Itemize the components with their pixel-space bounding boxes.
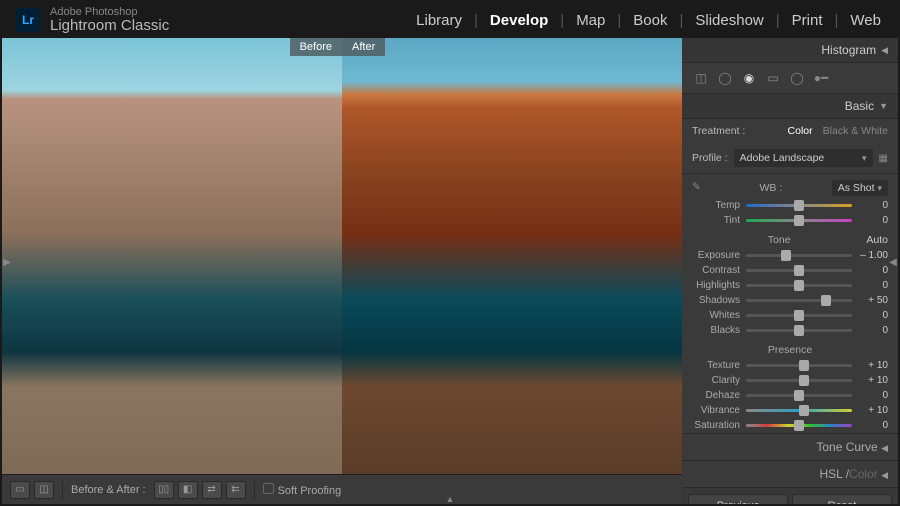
after-image[interactable]: After [342,38,682,474]
radial-icon[interactable]: ◯ [788,69,806,87]
before-image[interactable]: Before [2,38,342,474]
hsl-header[interactable]: HSL /Color ◀ [682,460,898,487]
before-label: Before [290,38,342,56]
basic-header[interactable]: Basic▼ [682,94,898,119]
slider-temp[interactable]: Temp0 [682,198,898,213]
right-panel-toggle-icon[interactable]: ◀ [888,253,898,271]
filmstrip-toggle-icon[interactable]: ▲ [446,494,455,504]
slider-contrast[interactable]: Contrast0 [682,263,898,278]
profile-browser-icon[interactable]: ▦ [879,153,888,164]
redeye-icon[interactable]: ◉ [740,69,758,87]
brand-name: Lightroom Classic [50,18,169,33]
slider-shadows[interactable]: Shadows+ 50 [682,293,898,308]
slider-highlights[interactable]: Highlights0 [682,278,898,293]
wb-row: ✎ WB : As Shot ▾ [682,174,898,198]
tab-web[interactable]: Web [847,12,884,29]
treatment-color[interactable]: Color [788,125,813,137]
ba-sidebyside-icon[interactable]: ▯▯ [154,481,174,499]
slider-vibrance[interactable]: Vibrance+ 10 [682,403,898,418]
tab-print[interactable]: Print [789,12,826,29]
ba-swap-icon[interactable]: ⇄ [202,481,222,499]
soft-proofing-toggle[interactable]: Soft Proofing [263,483,342,497]
auto-tone-button[interactable]: Auto [866,234,888,246]
spot-icon[interactable]: ◯ [716,69,734,87]
slider-dehaze[interactable]: Dehaze0 [682,388,898,403]
wb-select[interactable]: As Shot ▾ [832,180,888,196]
treatment-bw[interactable]: Black & White [823,125,888,137]
reset-button[interactable]: Reset [792,494,892,504]
tab-library[interactable]: Library [413,12,465,29]
gradient-icon[interactable]: ▭ [764,69,782,87]
histogram-header[interactable]: Histogram◀ [682,38,898,63]
slider-exposure[interactable]: Exposure– 1.00 [682,248,898,263]
tab-slideshow[interactable]: Slideshow [692,12,766,29]
ba-split-icon[interactable]: ◧ [178,481,198,499]
before-after-label: Before & After : [71,484,146,496]
left-panel-toggle-icon[interactable]: ▶ [2,253,12,271]
treatment-row: Treatment : Color Black & White [682,119,898,143]
profile-row: Profile : Adobe Landscape▾ ▦ [682,143,898,174]
slider-texture[interactable]: Texture+ 10 [682,358,898,373]
chevron-left-icon: ◀ [881,470,888,480]
after-label: After [342,38,385,56]
brush-icon[interactable]: ●━ [812,69,830,87]
slider-clarity[interactable]: Clarity+ 10 [682,373,898,388]
slider-saturation[interactable]: Saturation0 [682,418,898,433]
chevron-left-icon: ◀ [881,443,888,453]
image-viewer: Before After ▭ ◫ Before & After : ▯▯ ◧ ⇄… [2,38,682,504]
crop-icon[interactable]: ◫ [692,69,710,87]
tone-curve-header[interactable]: Tone Curve ◀ [682,433,898,460]
eyedropper-icon[interactable]: ✎ [692,181,710,195]
app-header: Lr Adobe Photoshop Lightroom Classic Lib… [2,2,898,38]
brand: Lr Adobe Photoshop Lightroom Classic [16,7,169,33]
loupe-view-icon[interactable]: ▭ [10,481,30,499]
slider-blacks[interactable]: Blacks0 [682,323,898,338]
previous-button[interactable]: Previous [688,494,788,504]
checkbox-icon[interactable] [263,483,274,494]
tab-map[interactable]: Map [573,12,608,29]
profile-select[interactable]: Adobe Landscape▾ [734,149,873,167]
tab-book[interactable]: Book [630,12,670,29]
logo-icon: Lr [16,8,40,32]
tool-strip: ◫ ◯ ◉ ▭ ◯ ●━ [682,63,898,94]
develop-panel: Histogram◀ ◫ ◯ ◉ ▭ ◯ ●━ Basic▼ Treatment… [682,38,898,504]
slider-tint[interactable]: Tint0 [682,213,898,228]
slider-whites[interactable]: Whites0 [682,308,898,323]
chevron-down-icon: ▼ [879,101,888,111]
module-tabs: Library| Develop| Map| Book| Slideshow| … [413,12,884,29]
compare-view-icon[interactable]: ◫ [34,481,54,499]
ba-copy-icon[interactable]: ⇇ [226,481,246,499]
chevron-left-icon: ◀ [881,45,888,56]
viewer-toolbar: ▭ ◫ Before & After : ▯▯ ◧ ⇄ ⇇ Soft Proof… [2,474,682,504]
tab-develop[interactable]: Develop [487,12,551,29]
